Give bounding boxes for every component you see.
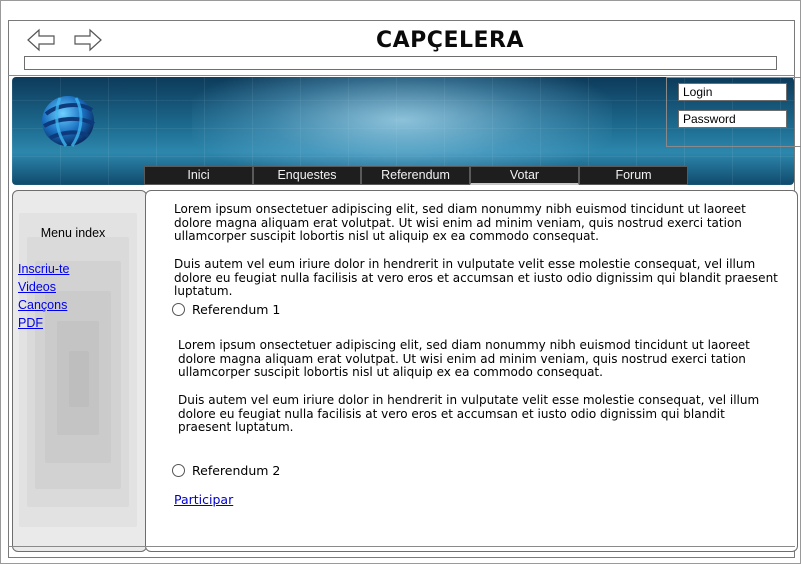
participate-link[interactable]: Participar [174,492,233,507]
tab-referendum[interactable]: Referendum [361,166,470,185]
sidebar-link-pdf[interactable]: PDF [18,316,43,330]
forward-arrow-icon[interactable] [73,27,103,53]
referendum-1-label: Referendum 1 [192,302,281,317]
globe-logo-icon [42,96,95,147]
referendum-1-description: Lorem ipsum onsectetuer adipiscing elit,… [178,338,750,380]
sidebar-link-videos[interactable]: Videos [18,280,56,294]
back-arrow-icon[interactable] [26,27,56,53]
password-input[interactable]: Password [678,110,787,128]
sidebar-shade-layer [69,351,89,407]
referendum-2-radio[interactable] [172,464,185,477]
sidebar [12,190,147,552]
site-title: CAPÇELERA [376,28,524,53]
sidebar-link-inscriu-te[interactable]: Inscriu-te [18,262,69,276]
tab-inici[interactable]: Inici [144,166,253,185]
bottom-divider [8,546,795,547]
sidebar-title: Menu index [40,226,106,240]
address-bar[interactable] [24,56,777,70]
intro-paragraph: Duis autem vel eum iriure dolor in hendr… [174,257,778,299]
referendum-1-description: Duis autem vel eum iriure dolor in hendr… [178,393,760,435]
login-input[interactable]: Login [678,83,787,101]
tab-votar[interactable]: Votar [470,166,579,185]
referendum-1-radio[interactable] [172,303,185,316]
toolbar-divider [8,75,795,76]
intro-paragraph: Lorem ipsum onsectetuer adipiscing elit,… [174,202,746,244]
sidebar-link-cancons[interactable]: Cançons [18,298,67,312]
tab-forum[interactable]: Forum [579,166,688,185]
tab-enquestes[interactable]: Enquestes [253,166,361,185]
referendum-2-label: Referendum 2 [192,463,281,478]
